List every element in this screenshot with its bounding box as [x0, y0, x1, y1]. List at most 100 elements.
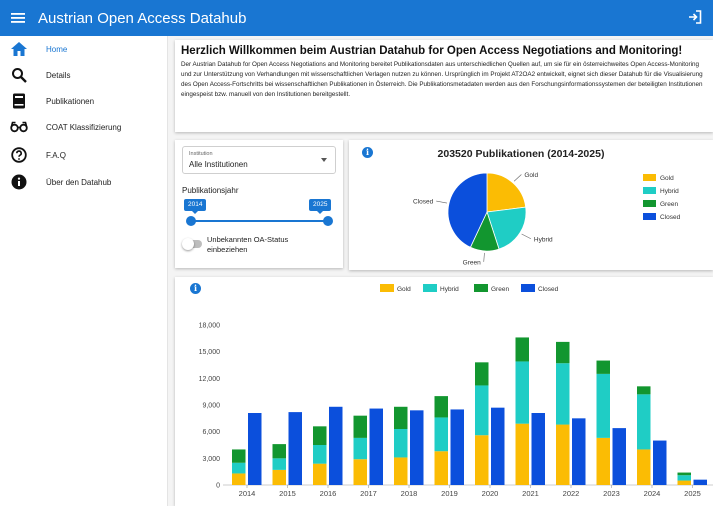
logout-icon[interactable] — [687, 9, 703, 25]
bar-gold-2024[interactable] — [637, 449, 651, 485]
home-icon — [10, 40, 28, 58]
bar-green-2023[interactable] — [596, 360, 611, 374]
sidebar-item-publikationen[interactable]: Publikationen — [0, 88, 168, 114]
bar-hybrid-2022[interactable] — [556, 363, 570, 425]
bar-closed-2016[interactable] — [329, 406, 343, 485]
bar-closed-2015[interactable] — [288, 412, 303, 485]
year-to-value-label: 2025 — [309, 199, 332, 214]
bar-green-2018[interactable] — [394, 406, 408, 429]
pie-chart-card: i 203520 Publikationen (2014-2025) Gold Hy… — [349, 140, 713, 270]
bar-closed-2023[interactable] — [612, 428, 627, 485]
sidebar-item-label: Über den Datahub — [46, 177, 112, 187]
institution-select[interactable]: Institution Alle Institutionen — [182, 146, 336, 174]
x-tick-label: 2017 — [360, 489, 377, 498]
bar-hybrid-2019[interactable] — [434, 417, 449, 452]
bar-gold-2017[interactable] — [353, 459, 368, 485]
bar-gold-2025[interactable] — [677, 480, 692, 485]
legend-label-closed: Closed — [660, 214, 681, 221]
bar-hybrid-2017[interactable] — [353, 437, 368, 460]
x-tick-label: 2025 — [684, 489, 701, 498]
bar-chart-card: i Gold Hybrid Green Closed 0 3,000 6,000 9,000 1… — [175, 277, 713, 506]
bar-hybrid-2016[interactable] — [313, 445, 327, 464]
bar-hybrid-2014[interactable] — [232, 462, 246, 474]
bar-gold-2014[interactable] — [232, 473, 246, 485]
bar-closed-2014[interactable] — [248, 413, 262, 485]
caret-down-icon — [321, 158, 327, 162]
year-range-track[interactable] — [189, 220, 328, 222]
bar-gold-2023[interactable] — [596, 437, 611, 485]
y-tick-label: 12,000 — [199, 376, 221, 383]
sidebar-item-ueber-den-datahub[interactable]: Über den Datahub — [0, 169, 168, 195]
toggle-knob — [182, 238, 194, 250]
sidebar-item-details[interactable]: Details — [0, 62, 168, 88]
legend-swatch-green — [474, 284, 488, 292]
info-icon — [10, 173, 28, 191]
pie-label-line — [436, 200, 448, 204]
bar-green-2025[interactable] — [677, 472, 692, 476]
x-tick-label: 2019 — [441, 489, 458, 498]
bar-gold-2019[interactable] — [434, 451, 449, 485]
legend-swatch-hybrid — [643, 187, 656, 194]
legend-swatch-green — [643, 200, 656, 207]
bar-closed-2022[interactable] — [572, 418, 586, 485]
bar-closed-2019[interactable] — [450, 409, 465, 485]
bar-green-2019[interactable] — [434, 396, 449, 418]
bar-green-2021[interactable] — [515, 337, 530, 362]
legend-swatch-closed — [643, 213, 656, 220]
bar-closed-2020[interactable] — [491, 407, 505, 485]
unknown-oa-status-toggle[interactable] — [182, 238, 202, 250]
bar-closed-2025[interactable] — [693, 479, 708, 485]
bar-green-2014[interactable] — [232, 449, 246, 463]
sidebar-item-home[interactable]: Home — [0, 36, 168, 62]
unknown-oa-status-label: Unbekannten OA-Status einbeziehen — [207, 235, 289, 255]
year-range-start-handle[interactable] — [186, 216, 196, 226]
app-title: Austrian Open Access Datahub — [38, 9, 247, 27]
x-tick-label: 2014 — [239, 489, 256, 498]
bar-closed-2024[interactable] — [653, 440, 667, 485]
bar-closed-2021[interactable] — [531, 413, 546, 485]
info-icon[interactable]: i — [362, 147, 373, 158]
year-range-end-handle[interactable] — [323, 216, 333, 226]
bar-hybrid-2023[interactable] — [596, 373, 611, 438]
bar-green-2022[interactable] — [556, 341, 570, 364]
bar-hybrid-2021[interactable] — [515, 361, 530, 424]
pie-slice-gold[interactable] — [486, 172, 527, 213]
help-circle-icon — [10, 146, 28, 164]
glasses-icon — [10, 118, 28, 136]
bar-gold-2022[interactable] — [556, 424, 570, 485]
x-tick-label: 2020 — [482, 489, 499, 498]
legend-swatch-closed — [521, 284, 535, 292]
bar-green-2020[interactable] — [475, 362, 489, 386]
search-icon — [10, 66, 28, 84]
bar-green-2017[interactable] — [353, 415, 368, 438]
x-tick-label: 2023 — [603, 489, 620, 498]
info-icon[interactable]: i — [190, 283, 201, 294]
bar-hybrid-2025[interactable] — [677, 475, 692, 481]
year-range-label: Publikationsjahr — [182, 186, 239, 195]
sidebar-item-faq[interactable]: F.A.Q — [0, 142, 168, 168]
bar-gold-2018[interactable] — [394, 457, 408, 485]
y-tick-label: 18,000 — [199, 323, 221, 330]
bar-gold-2020[interactable] — [475, 435, 489, 485]
bar-gold-2021[interactable] — [515, 423, 530, 485]
institution-select-label: Institution — [189, 151, 213, 157]
bar-green-2015[interactable] — [272, 444, 287, 459]
bar-gold-2016[interactable] — [313, 463, 327, 485]
bar-gold-2015[interactable] — [272, 469, 287, 485]
menu-icon[interactable] — [0, 0, 36, 36]
legend-swatch-gold — [643, 174, 656, 181]
sidebar-item-label: Publikationen — [46, 96, 95, 106]
bar-green-2016[interactable] — [313, 426, 327, 445]
sidebar-item-coat-klassifizierung[interactable]: COAT Klassifizierung — [0, 114, 168, 140]
legend-label-gold: Gold — [397, 286, 411, 293]
bar-closed-2017[interactable] — [369, 408, 384, 485]
pie-label-green: Green — [463, 259, 481, 266]
bar-closed-2018[interactable] — [410, 410, 424, 485]
bar-green-2024[interactable] — [637, 386, 651, 395]
page-title: Herzlich Willkommen beim Austrian Datahu… — [181, 45, 683, 57]
bar-hybrid-2024[interactable] — [637, 394, 651, 450]
bar-hybrid-2020[interactable] — [475, 385, 489, 436]
bar-hybrid-2018[interactable] — [394, 429, 408, 458]
bar-hybrid-2015[interactable] — [272, 458, 287, 470]
pie-chart: 203520 Publikationen (2014-2025) Gold Hybr… — [413, 148, 681, 266]
